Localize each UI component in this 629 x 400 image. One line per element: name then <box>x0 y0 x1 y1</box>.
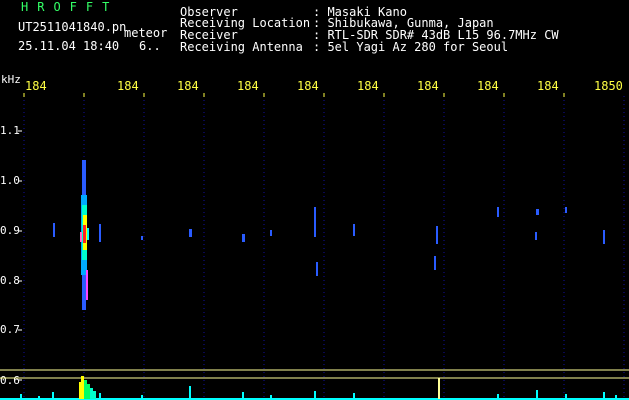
meteor-echo <box>80 160 89 310</box>
activity-histogram <box>0 369 629 400</box>
signal-traces <box>53 207 605 276</box>
spectrogram-plot <box>0 93 629 400</box>
grid <box>18 93 625 400</box>
